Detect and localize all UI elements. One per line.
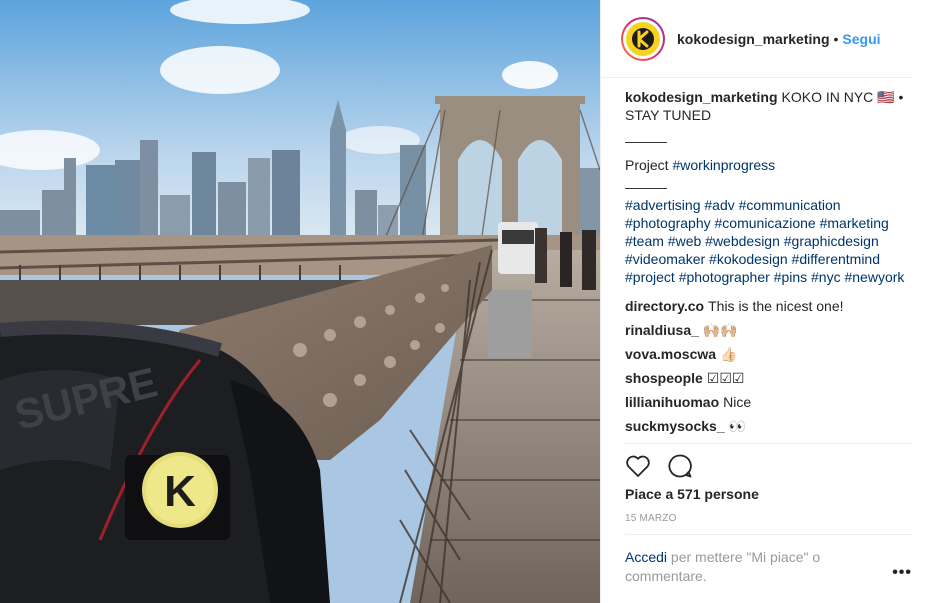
comment-username[interactable]: lillianihuomao [625,393,719,411]
caption-username[interactable]: kokodesign_marketing [625,89,778,105]
comment-text: 👍🏻 [720,346,738,362]
avatar-ring [623,18,663,59]
list-item: rinaldiusa_ 🙌🏼🙌🏼 [625,318,917,342]
comment-username[interactable]: suckmysocks_ [625,417,725,435]
login-prompt: Accedi per mettere "Mi piace" o commenta… [625,548,865,586]
caption-project-line: Project #workinprogress [625,156,917,174]
comment-username[interactable]: vova.moscwa [625,345,716,363]
comment-text: This is the nicest one! [708,298,844,314]
caption-project-prefix: Project [625,157,673,173]
comment-username[interactable]: rinaldiusa_ [625,321,699,339]
more-options-button[interactable]: ••• [892,564,912,582]
caption-hashtags[interactable]: #advertising #adv #communication #photog… [625,196,917,286]
list-item: shospeople ☑☑☑ [625,366,917,390]
post-date: 15 MARZO [625,513,677,524]
svg-text:K: K [164,467,196,516]
header-username[interactable]: kokodesign_marketing [677,31,830,47]
comment-username[interactable]: directory.co [625,297,704,315]
follow-button[interactable]: Segui [842,31,880,47]
comment-text: Nice [723,394,752,410]
comment-username[interactable]: shospeople [625,369,703,387]
list-item: lillianihuomao Nice [625,390,917,414]
koko-logo-glyph-icon [632,27,654,50]
divider [625,443,912,444]
comment-text: 👀 [728,418,747,434]
action-bar [625,452,693,482]
caption-separator-2: ——— [625,179,667,195]
login-link[interactable]: Accedi [625,549,667,565]
like-button[interactable] [625,454,651,481]
comment-text: ☑☑☑ [706,370,745,386]
instagram-post: SUPRE K kokodesign_marketing • Segui kok… [0,0,936,603]
comments-list[interactable]: kokodesign_marketing KOKO IN NYC 🇺🇸 • STA… [625,88,917,442]
post-photo[interactable]: SUPRE K [0,0,600,603]
koko-logo-icon [626,21,660,56]
divider [625,534,912,535]
heart-icon [626,455,650,477]
header-separator: • [833,30,839,47]
list-item: suckmysocks_ 👀 [625,414,917,438]
caption: kokodesign_marketing KOKO IN NYC 🇺🇸 • STA… [625,88,917,124]
hashtag-link[interactable]: #workinprogress [672,157,775,173]
comment-icon [668,454,692,477]
post-header: kokodesign_marketing • Segui [601,0,912,78]
comment-button[interactable] [667,453,693,482]
post-photo-illustration: SUPRE K [0,0,600,603]
caption-separator: ——— [625,133,667,149]
post-side-panel: kokodesign_marketing • Segui kokodesign_… [600,0,936,603]
list-item: directory.co This is the nicest one! [625,294,917,318]
list-item: vova.moscwa 👍🏻 [625,342,917,366]
likes-count[interactable]: Piace a 571 persone [625,486,759,502]
avatar[interactable] [621,16,665,61]
comment-text: 🙌🏼🙌🏼 [702,322,738,338]
